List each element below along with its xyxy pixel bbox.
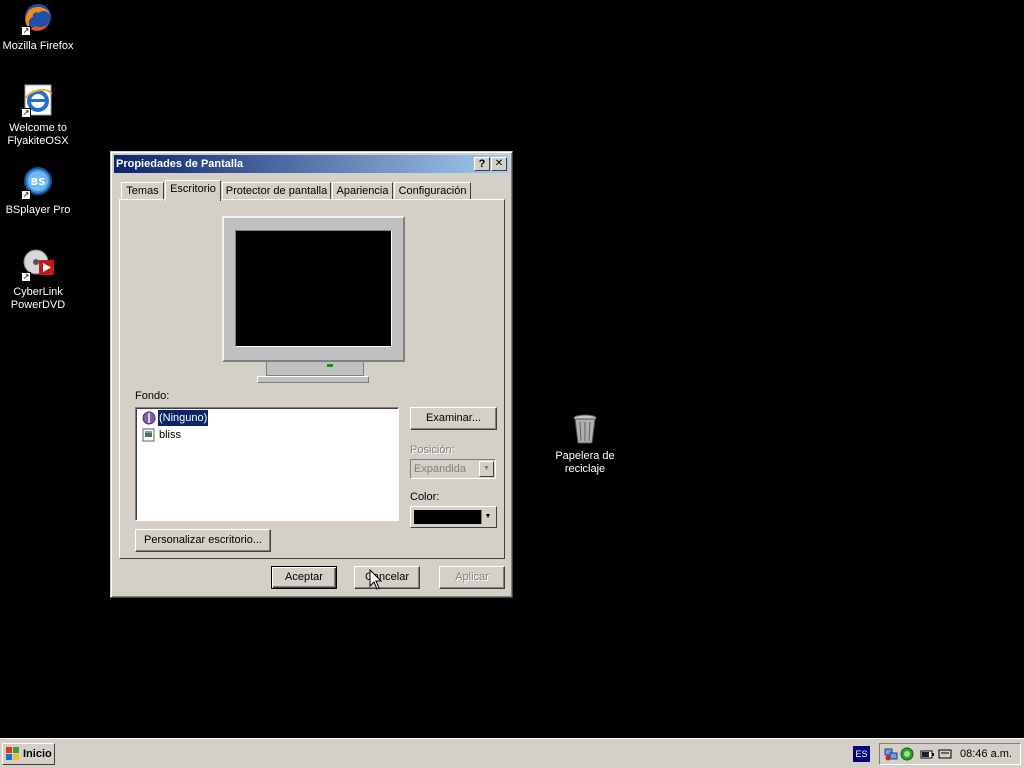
desktop-icon-label: BSplayer Pro xyxy=(5,204,71,216)
tab-configuracion[interactable]: Configuración xyxy=(394,182,471,200)
start-button[interactable]: Inicio xyxy=(2,743,55,765)
desktop-icon-recycle-bin[interactable]: Papelera de reciclaje xyxy=(545,412,625,476)
browse-button[interactable]: Examinar... xyxy=(410,407,497,430)
shortcut-arrow-icon: ↗ xyxy=(21,272,31,282)
background-label: Fondo: xyxy=(135,390,170,402)
dialog-titlebar[interactable]: Propiedades de Pantalla ? ✕ xyxy=(114,155,509,173)
monitor-power-led xyxy=(327,364,333,367)
tab-temas[interactable]: Temas xyxy=(121,182,164,200)
bsplayer-icon: BS ↗ xyxy=(21,166,55,200)
system-tray: 08:46 a.m. xyxy=(879,743,1021,765)
display-properties-dialog: Propiedades de Pantalla ? ✕ Temas Escrit… xyxy=(110,151,513,598)
network-icon[interactable] xyxy=(884,747,898,761)
none-background-icon xyxy=(142,411,156,425)
color-label: Color: xyxy=(410,491,440,503)
list-item-label: bliss xyxy=(159,429,182,441)
internet-explorer-icon: ↗ xyxy=(21,84,55,118)
escritorio-panel: Fondo: (Ninguno) bliss Examinar... Posic… xyxy=(119,199,505,559)
desktop-icon-label: CyberLink PowerDVD xyxy=(10,286,66,311)
help-button[interactable]: ? xyxy=(474,157,490,171)
svg-text:BS: BS xyxy=(31,177,46,188)
battery-icon[interactable] xyxy=(920,747,934,761)
desktop-icon-powerdvd[interactable]: ↗ CyberLink PowerDVD xyxy=(0,248,78,312)
background-listbox[interactable]: (Ninguno) bliss xyxy=(135,407,399,521)
chevron-down-icon: ▼ xyxy=(479,461,494,477)
monitor-stand xyxy=(266,362,364,376)
color-picker-button[interactable]: ▼ xyxy=(410,506,497,528)
desktop-icon-label: Papelera de reciclaje xyxy=(555,450,615,475)
monitor-base xyxy=(257,376,369,383)
firefox-icon: ↗ xyxy=(21,2,55,36)
image-file-icon xyxy=(142,428,156,442)
desktop-icon-firefox[interactable]: ↗ Mozilla Firefox xyxy=(0,2,78,53)
desktop-preview-screen xyxy=(235,230,392,347)
desktop-icon-label: Welcome to FlyakiteOSX xyxy=(7,122,69,147)
taskbar: Inicio ES 08:46 a.m. xyxy=(0,738,1024,768)
tab-protector-de-pantalla[interactable]: Protector de pantalla xyxy=(222,182,331,200)
desktop-icon-label: Mozilla Firefox xyxy=(2,40,74,52)
mouse-pointer-icon xyxy=(369,569,383,590)
position-select[interactable]: Expandida ▼ xyxy=(410,459,496,479)
position-value: Expandida xyxy=(414,463,466,475)
windows-logo-icon xyxy=(6,747,20,761)
shortcut-arrow-icon: ↗ xyxy=(21,108,31,118)
customize-desktop-button[interactable]: Personalizar escritorio... xyxy=(135,529,271,552)
position-label: Posición: xyxy=(410,444,455,456)
chevron-down-icon: ▼ xyxy=(481,510,494,524)
dialog-title: Propiedades de Pantalla xyxy=(116,158,244,170)
ok-button[interactable]: Aceptar xyxy=(271,566,337,589)
cancel-button[interactable]: Cancelar xyxy=(354,566,420,589)
display-icon[interactable] xyxy=(938,747,952,761)
shortcut-arrow-icon: ↗ xyxy=(21,26,31,36)
messenger-icon[interactable] xyxy=(900,747,914,761)
monitor-preview xyxy=(222,216,405,362)
clock[interactable]: 08:46 a.m. xyxy=(960,744,1012,764)
language-indicator[interactable]: ES xyxy=(853,746,870,762)
recycle-bin-icon xyxy=(568,412,602,446)
list-item-label: (Ninguno) xyxy=(156,409,210,427)
tab-apariencia[interactable]: Apariencia xyxy=(332,182,393,200)
desktop-icon-welcome[interactable]: ↗ Welcome to FlyakiteOSX xyxy=(0,84,78,148)
tab-escritorio[interactable]: Escritorio xyxy=(165,180,221,201)
shortcut-arrow-icon: ↗ xyxy=(21,190,31,200)
close-button[interactable]: ✕ xyxy=(491,157,507,171)
start-label: Inicio xyxy=(23,748,52,760)
powerdvd-icon: ↗ xyxy=(21,248,55,282)
desktop-icon-bsplayer[interactable]: BS ↗ BSplayer Pro xyxy=(0,166,78,217)
color-swatch xyxy=(414,510,482,524)
apply-button[interactable]: Aplicar xyxy=(439,566,505,589)
